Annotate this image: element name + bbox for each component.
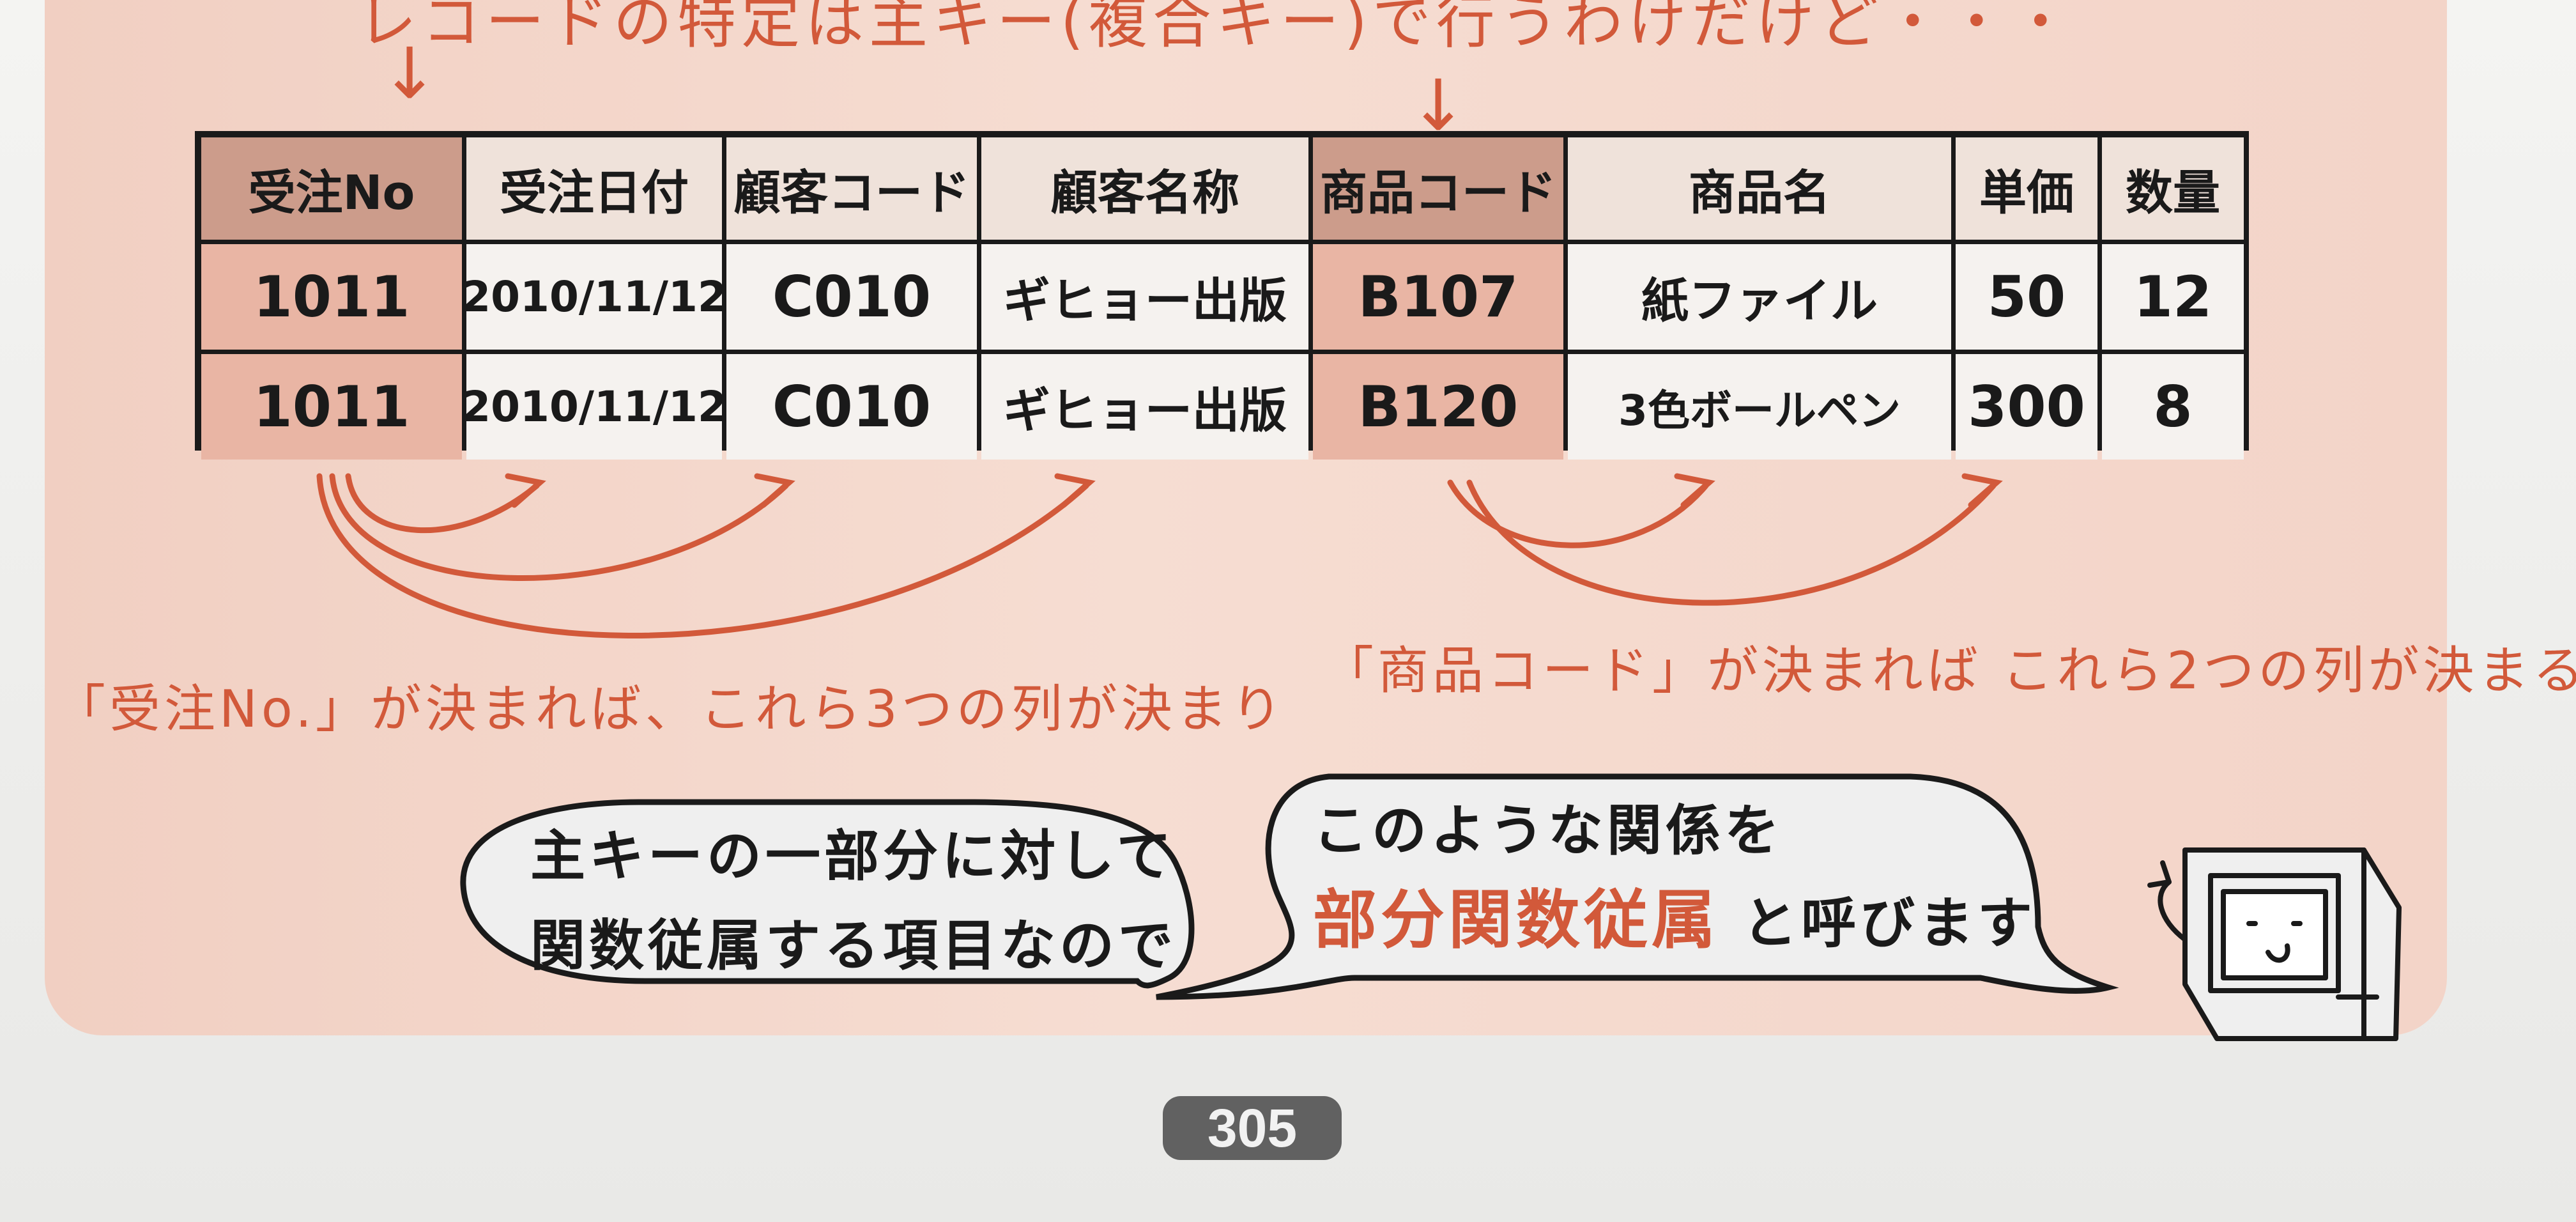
left-bubble-text: 主キーの一部分に対して 関数従属する項目なので bbox=[530, 812, 1177, 991]
right-bubble-line-2: 部分関数従属 と呼びます bbox=[1313, 876, 2036, 968]
computer-character-icon bbox=[2147, 847, 2402, 1041]
left-bubble-line-1: 主キーの一部分に対して bbox=[530, 824, 1176, 888]
left-bubble-line-2: 関数従属する項目なので bbox=[530, 914, 1177, 978]
right-bubble-text: このような関係を 部分関数従属 と呼びます bbox=[1313, 786, 2036, 968]
right-bubble-line-1: このような関係を bbox=[1313, 799, 1783, 863]
arrow-to-customer-name bbox=[316, 473, 1089, 638]
order-no-dependency-label: 「受注No.」が決まれば、これら3つの列が決まり bbox=[54, 679, 1286, 739]
page-number: 305 bbox=[1163, 1096, 1342, 1160]
product-code-dependency-label: 「商品コード」が決まれば これら2つの列が決まる bbox=[1322, 641, 2576, 700]
partial-functional-dependency-term: 部分関数従属 bbox=[1313, 883, 1719, 957]
dependency-arrows bbox=[316, 473, 2402, 1041]
right-bubble-line-2-rest: と呼びます bbox=[1719, 892, 2036, 955]
arrow-to-order-date bbox=[345, 473, 540, 534]
book-page: レコードの特定は主キー(複合キー)で行うわけだけど・・・ ↓ ↓ 受注No 受注… bbox=[0, 0, 2576, 1222]
